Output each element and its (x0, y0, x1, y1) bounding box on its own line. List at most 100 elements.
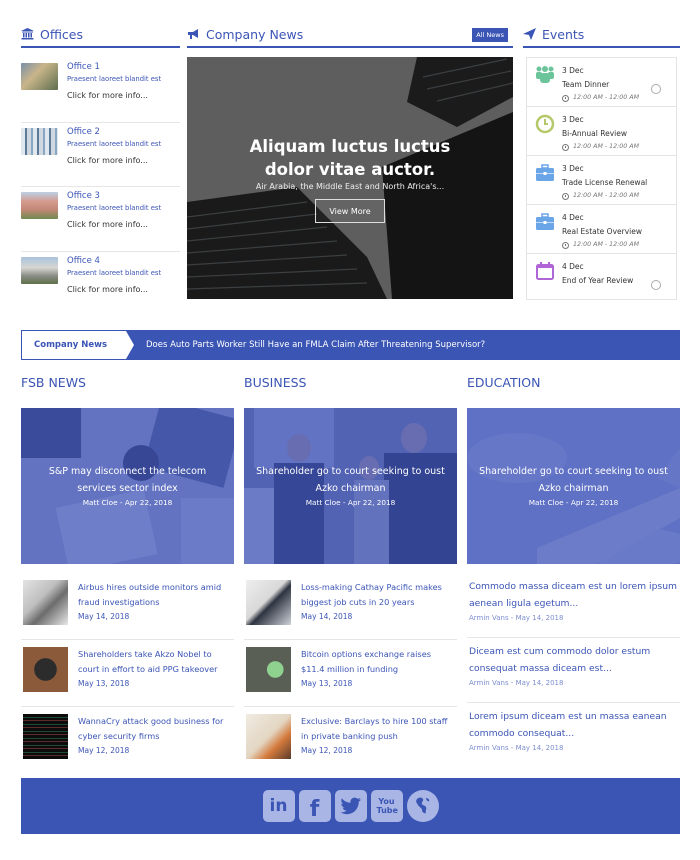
article-date: May 14, 2018 (78, 612, 130, 621)
office-more-link[interactable]: Click for more info... (67, 215, 161, 235)
category-fsb-news: FSB NEWS S&P may disconnect the telecom … (21, 375, 234, 774)
article-title[interactable]: Airbus hires outside monitors amid fraud… (78, 580, 234, 610)
category-business: BUSINESS Shareholder go to court seeking… (244, 375, 457, 774)
briefcase-icon (536, 213, 554, 230)
feature-meta: Matt Cloe - Apr 22, 2018 (528, 498, 619, 507)
event-time: 12:00 AM - 12:00 AM (562, 190, 647, 202)
category-title[interactable]: BUSINESS (244, 375, 457, 408)
view-more-button[interactable]: View More (315, 199, 385, 223)
clock-icon (535, 114, 555, 134)
ticker-label: Company News (22, 331, 134, 359)
article-item[interactable]: WannaCry attack good business for cyber … (21, 707, 234, 774)
youtube-icon[interactable]: You Tube (370, 790, 403, 822)
event-item[interactable]: 4 Dec Real Estate Overview 12:00 AM - 12… (527, 205, 676, 254)
article-thumbnail (246, 647, 291, 692)
article-date: May 14, 2018 (301, 612, 353, 621)
event-date: 4 Dec (562, 262, 584, 271)
article-item[interactable]: Shareholders take Akzo Nobel to court in… (21, 640, 234, 707)
facebook-icon[interactable]: f (298, 790, 331, 822)
office-description: Praesent laoreet blandit est (67, 139, 162, 148)
article-title[interactable]: Lorem ipsum diceam est un massa eanean c… (467, 708, 680, 742)
article-title[interactable]: Commodo massa diceam est un lorem ipsum … (467, 578, 680, 612)
event-date: 3 Dec (562, 66, 584, 75)
office-description: Praesent laoreet blandit est (67, 268, 162, 277)
news-hero-slide[interactable]: Aliquam luctus luctus dolor vitae auctor… (187, 57, 513, 299)
article-thumbnail (246, 714, 291, 759)
feature-title[interactable]: S&P may disconnect the telecom services … (29, 463, 226, 497)
ticker-headline[interactable]: Does Auto Parts Worker Still Have an FML… (146, 340, 485, 350)
article-date: May 13, 2018 (78, 679, 130, 688)
events-list[interactable]: 3 Dec Team Dinner 12:00 AM - 12:00 AM 3 … (526, 57, 677, 300)
event-time: 12:00 AM - 12:00 AM (562, 141, 639, 153)
event-item[interactable]: 3 Dec Team Dinner 12:00 AM - 12:00 AM (527, 58, 676, 107)
linkedin-icon[interactable]: in (262, 790, 295, 822)
event-name[interactable]: Trade License Renewal (562, 175, 647, 190)
office-more-link[interactable]: Click for more info... (67, 280, 161, 300)
article-date: May 12, 2018 (78, 746, 130, 755)
article-title[interactable]: Exclusive: Barclays to hire 100 staff in… (301, 714, 457, 744)
office-item[interactable]: Office 4 Praesent laoreet blandit est Cl… (21, 252, 180, 317)
event-item[interactable]: 3 Dec Bi-Annual Review 12:00 AM - 12:00 … (527, 107, 676, 156)
office-name[interactable]: Office 2 (67, 126, 161, 138)
category-title[interactable]: EDUCATION (467, 375, 680, 408)
office-name[interactable]: Office 1 (67, 61, 161, 73)
company-news-title: Company News (206, 26, 304, 42)
article-meta: Armin Vans - May 14, 2018 (469, 744, 564, 752)
event-name[interactable]: Team Dinner (562, 77, 639, 92)
event-name[interactable]: Real Estate Overview (562, 224, 642, 239)
article-item[interactable]: Diceam est cum commodo dolor estum conse… (467, 638, 680, 703)
event-date: 3 Dec (562, 164, 584, 173)
article-list: Loss-making Cathay Pacific makes biggest… (244, 573, 457, 774)
article-title[interactable]: Bitcoin options exchange raises $11.4 mi… (301, 647, 457, 677)
office-name[interactable]: Office 3 (67, 190, 161, 202)
event-name[interactable]: Bi-Annual Review (562, 126, 639, 141)
article-item[interactable]: Commodo massa diceam est un lorem ipsum … (467, 573, 680, 638)
company-news-header: Company News All News (187, 22, 513, 48)
article-item[interactable]: Airbus hires outside monitors amid fraud… (21, 573, 234, 640)
article-title[interactable]: Shareholders take Akzo Nobel to court in… (78, 647, 234, 677)
clock-icon (562, 241, 569, 249)
article-title[interactable]: WannaCry attack good business for cyber … (78, 714, 234, 744)
all-news-button[interactable]: All News (472, 28, 508, 42)
feature-title[interactable]: Shareholder go to court seeking to oust … (252, 463, 449, 497)
office-name[interactable]: Office 4 (67, 255, 161, 267)
article-item[interactable]: Bitcoin options exchange raises $11.4 mi… (244, 640, 457, 707)
article-item[interactable]: Exclusive: Barclays to hire 100 staff in… (244, 707, 457, 774)
office-item[interactable]: Office 1 Praesent laoreet blandit est Cl… (21, 58, 180, 123)
twitter-icon[interactable] (334, 790, 367, 822)
hero-subtitle: Air Arabia, the Middle East and North Af… (255, 182, 445, 191)
clock-icon (562, 143, 569, 151)
featured-article[interactable]: Shareholder go to court seeking to oust … (467, 408, 680, 564)
youtube-glyph: You Tube (376, 797, 398, 815)
article-item[interactable]: Loss-making Cathay Pacific makes biggest… (244, 573, 457, 640)
clock-icon (562, 192, 569, 200)
office-more-link[interactable]: Click for more info... (67, 151, 161, 171)
office-item[interactable]: Office 3 Praesent laoreet blandit est Cl… (21, 187, 180, 252)
event-item[interactable]: 4 Dec End of Year Review (527, 254, 676, 299)
hero-title-line: dolor vitae auctor. (264, 160, 436, 179)
article-item[interactable]: Lorem ipsum diceam est un massa eanean c… (467, 703, 680, 768)
office-item[interactable]: Office 2 Praesent laoreet blandit est Cl… (21, 123, 180, 187)
feature-title[interactable]: Shareholder go to court seeking to oust … (475, 463, 672, 497)
category-education: EDUCATION Shareholder go to court seekin… (467, 375, 680, 768)
feature-meta: Matt Cloe - Apr 22, 2018 (305, 498, 396, 507)
office-description: Praesent laoreet blandit est (67, 75, 162, 83)
event-time-text: 12:00 AM - 12:00 AM (573, 143, 640, 150)
event-name[interactable]: End of Year Review (562, 273, 633, 288)
globe-icon[interactable] (406, 790, 439, 822)
office-description: Praesent laoreet blandit est (67, 204, 162, 212)
article-title[interactable]: Loss-making Cathay Pacific makes biggest… (301, 580, 457, 610)
event-time: 12:00 AM - 12:00 AM (562, 239, 642, 251)
event-item[interactable]: 3 Dec Trade License Renewal 12:00 AM - 1… (527, 156, 676, 205)
article-thumbnail (246, 580, 291, 625)
office-more-link[interactable]: Click for more info... (67, 86, 161, 106)
offices-header: Offices (21, 22, 180, 48)
article-date: May 12, 2018 (301, 746, 353, 755)
events-title: Events (542, 26, 585, 42)
category-title[interactable]: FSB NEWS (21, 375, 234, 408)
event-time-text: 12:00 AM - 12:00 AM (573, 94, 640, 101)
news-ticker: Company News Does Auto Parts Worker Stil… (21, 330, 680, 360)
featured-article[interactable]: S&P may disconnect the telecom services … (21, 408, 234, 564)
article-title[interactable]: Diceam est cum commodo dolor estum conse… (467, 643, 680, 677)
featured-article[interactable]: Shareholder go to court seeking to oust … (244, 408, 457, 564)
